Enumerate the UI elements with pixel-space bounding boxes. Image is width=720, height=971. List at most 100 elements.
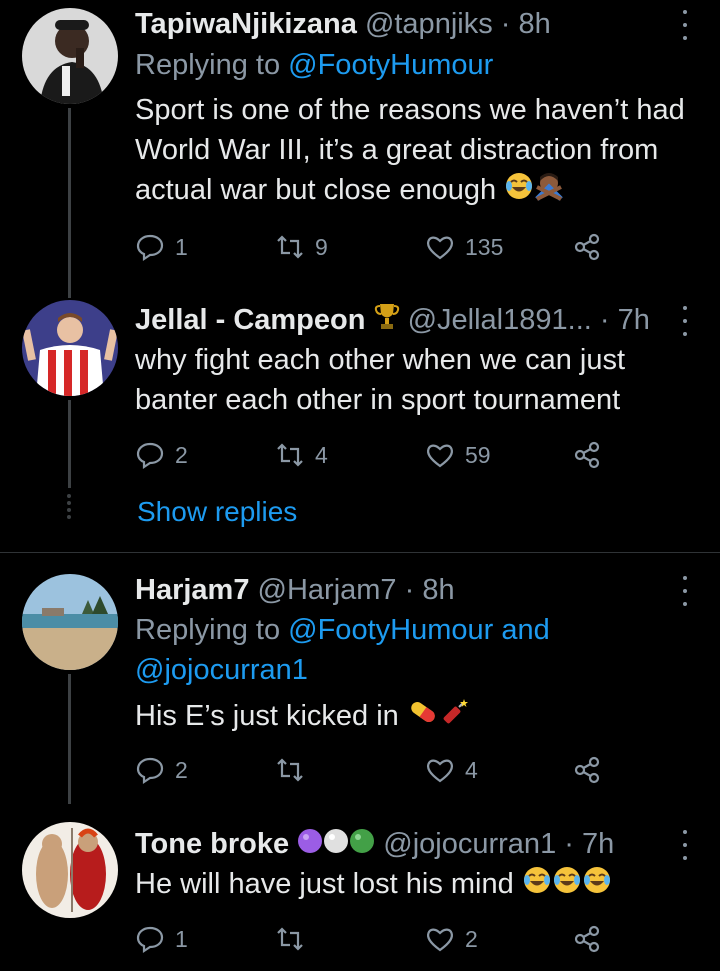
trophy-icon bbox=[374, 301, 400, 342]
display-name[interactable]: Jellal - Campeon bbox=[135, 304, 365, 336]
retweet-icon bbox=[277, 758, 303, 782]
face-with-tears-of-joy-icon bbox=[522, 865, 552, 906]
display-name[interactable]: Tone broke bbox=[135, 828, 289, 860]
like-count: 135 bbox=[465, 233, 504, 260]
share-icon bbox=[574, 233, 600, 261]
tweet-2[interactable]: Jellal - Campeon @Jellal1891... · 7h why… bbox=[0, 300, 720, 552]
share-button[interactable] bbox=[572, 230, 602, 264]
timestamp[interactable]: · 8h bbox=[405, 574, 455, 606]
display-name[interactable]: Harjam7 bbox=[135, 574, 249, 606]
mention-link[interactable]: @jojocurran1 bbox=[135, 650, 550, 690]
reply-count: 2 bbox=[175, 441, 188, 468]
thread-line bbox=[68, 674, 71, 804]
retweet-button[interactable]: 9 bbox=[275, 230, 328, 264]
tweet-3[interactable]: Harjam7 @Harjam7 · 8h Replying to @Footy… bbox=[0, 566, 720, 806]
tweet-text: He will have just lost his mind bbox=[135, 864, 695, 906]
avatar[interactable] bbox=[22, 574, 118, 670]
handle[interactable]: @jojocurran1 bbox=[383, 828, 556, 860]
tweet-text: Sport is one of the reasons we haven’t h… bbox=[135, 90, 695, 212]
tweet-actions: 2 4 bbox=[135, 753, 605, 787]
reply-count: 1 bbox=[175, 233, 188, 260]
mention-link[interactable]: @FootyHumour and bbox=[288, 614, 550, 646]
face-with-tears-of-joy-icon bbox=[552, 865, 582, 906]
handle[interactable]: @Jellal1891... bbox=[408, 304, 592, 336]
reply-button[interactable]: 2 bbox=[135, 753, 188, 787]
heart-icon bbox=[427, 928, 453, 952]
replying-to: Replying to @FootyHumour and @jojocurran… bbox=[135, 610, 550, 690]
divider bbox=[0, 552, 720, 553]
more-options-icon[interactable] bbox=[676, 10, 694, 40]
like-count: 2 bbox=[465, 925, 478, 952]
reply-button[interactable]: 2 bbox=[135, 438, 188, 472]
share-button[interactable] bbox=[572, 753, 602, 787]
purple-circle-icon bbox=[297, 825, 323, 865]
display-name[interactable]: TapiwaNjikizana bbox=[135, 8, 357, 40]
avatar[interactable] bbox=[22, 300, 118, 396]
retweet-icon bbox=[277, 235, 303, 259]
pill-icon bbox=[407, 697, 439, 738]
thread-line bbox=[68, 400, 71, 488]
reply-button[interactable]: 1 bbox=[135, 922, 188, 956]
more-options-icon[interactable] bbox=[676, 576, 694, 606]
replying-to: Replying to @FootyHumour bbox=[135, 49, 494, 81]
tweet-header: TapiwaNjikizana @tapnjiks · 8h bbox=[135, 4, 551, 44]
thread-line bbox=[68, 108, 71, 298]
tweet-actions: 2 4 59 bbox=[135, 438, 605, 472]
retweet-count: 9 bbox=[315, 233, 328, 260]
heart-icon bbox=[427, 236, 453, 260]
reply-icon bbox=[136, 234, 164, 262]
heart-icon bbox=[427, 759, 453, 783]
tweet-actions: 1 9 135 bbox=[135, 230, 605, 264]
like-button[interactable]: 4 bbox=[425, 753, 478, 787]
white-circle-icon bbox=[323, 825, 349, 865]
timestamp[interactable]: · 7h bbox=[600, 304, 650, 336]
reply-icon bbox=[136, 757, 164, 785]
reply-icon bbox=[136, 442, 164, 470]
timestamp[interactable]: · 8h bbox=[501, 8, 551, 40]
handle[interactable]: @Harjam7 bbox=[258, 574, 397, 606]
firecracker-icon bbox=[439, 697, 469, 738]
green-circle-icon bbox=[349, 825, 375, 865]
tweet-text: why fight each other when we can just ba… bbox=[135, 344, 626, 416]
retweet-count: 4 bbox=[315, 441, 328, 468]
share-icon bbox=[574, 925, 600, 953]
person-gesturing-no-icon bbox=[534, 171, 564, 212]
reply-button[interactable]: 1 bbox=[135, 230, 188, 264]
retweet-button[interactable]: 4 bbox=[275, 438, 328, 472]
like-count: 4 bbox=[465, 756, 478, 783]
like-count: 59 bbox=[465, 441, 491, 468]
reply-count: 2 bbox=[175, 756, 188, 783]
retweet-button[interactable] bbox=[275, 922, 315, 956]
avatar[interactable] bbox=[22, 8, 118, 104]
like-button[interactable]: 135 bbox=[425, 230, 503, 264]
like-button[interactable]: 2 bbox=[425, 922, 478, 956]
like-button[interactable]: 59 bbox=[425, 438, 491, 472]
heart-icon bbox=[427, 444, 453, 468]
retweet-button[interactable] bbox=[275, 753, 315, 787]
tweet-actions: 1 2 bbox=[135, 922, 605, 956]
reply-icon bbox=[136, 926, 164, 954]
tweet-4[interactable]: Tone broke @jojocurran1 · 7h He will hav… bbox=[0, 822, 720, 971]
retweet-icon bbox=[277, 443, 303, 467]
avatar[interactable] bbox=[22, 822, 118, 918]
retweet-icon bbox=[277, 927, 303, 951]
thread-dots bbox=[66, 494, 72, 522]
face-with-tears-of-joy-icon bbox=[504, 171, 534, 212]
share-icon bbox=[574, 441, 600, 469]
show-replies-link[interactable]: Show replies bbox=[137, 496, 297, 528]
timestamp[interactable]: · 7h bbox=[564, 828, 614, 860]
tweet-text: His E’s just kicked in bbox=[135, 696, 695, 738]
reply-count: 1 bbox=[175, 925, 188, 952]
tweet-header: Jellal - Campeon @Jellal1891... · 7h bbox=[135, 300, 650, 342]
share-button[interactable] bbox=[572, 922, 602, 956]
share-icon bbox=[574, 756, 600, 784]
more-options-icon[interactable] bbox=[676, 830, 694, 860]
handle[interactable]: @tapnjiks bbox=[365, 8, 493, 40]
tweet-header: Harjam7 @Harjam7 · 8h bbox=[135, 570, 455, 610]
share-button[interactable] bbox=[572, 438, 602, 472]
tweet-header: Tone broke @jojocurran1 · 7h bbox=[135, 824, 614, 865]
mention-link[interactable]: @FootyHumour bbox=[288, 49, 493, 81]
face-with-tears-of-joy-icon bbox=[582, 865, 612, 906]
more-options-icon[interactable] bbox=[676, 306, 694, 336]
tweet-1[interactable]: TapiwaNjikizana @tapnjiks · 8h Replying … bbox=[0, 0, 720, 300]
